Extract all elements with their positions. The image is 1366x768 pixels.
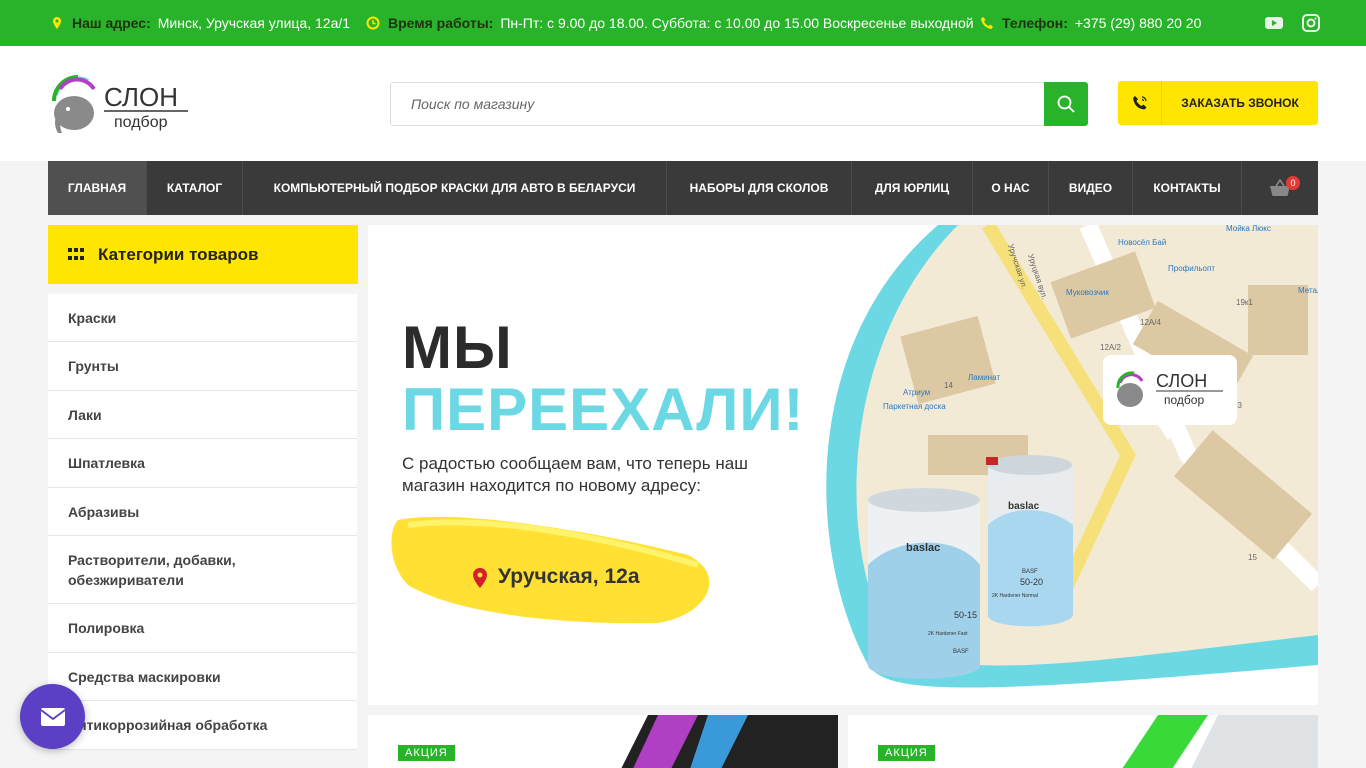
nav-item-home[interactable]: ГЛАВНАЯ — [48, 161, 147, 215]
svg-text:14: 14 — [944, 381, 953, 390]
svg-text:Ламинат: Ламинат — [968, 373, 1000, 382]
phone-icon — [980, 16, 994, 30]
category-item-paints[interactable]: Краски — [48, 294, 357, 342]
svg-text:BASF: BASF — [953, 649, 969, 655]
nav-item-business[interactable]: ДЛЯ ЮРЛИЦ — [852, 161, 973, 215]
svg-text:15: 15 — [1248, 553, 1257, 562]
nav-item-about[interactable]: О НАС — [973, 161, 1049, 215]
svg-text:подбор: подбор — [114, 114, 168, 131]
svg-text:Мойка Люкс: Мойка Люкс — [1226, 225, 1271, 233]
instagram-icon[interactable] — [1301, 13, 1321, 33]
callback-button[interactable]: ЗАКАЗАТЬ ЗВОНОК — [1118, 81, 1318, 125]
svg-text:50-15: 50-15 — [954, 610, 977, 620]
hours-label: Время работы: — [388, 15, 494, 31]
callback-label: ЗАКАЗАТЬ ЗВОНОК — [1181, 96, 1299, 110]
hours-info: Время работы: Пн-Пт: с 9.00 до 18.00. Су… — [366, 0, 974, 46]
banner-title-line2: ПЕРЕЕХАЛИ! — [402, 376, 805, 443]
address-value: Минск, Уручская улица, 12а/1 — [157, 15, 351, 31]
promo-card[interactable]: АКЦИЯ — [368, 715, 838, 768]
category-item-solvents[interactable]: Растворители, добавки, обезжириватели — [48, 536, 357, 604]
category-item-putty[interactable]: Шпатлевка — [48, 439, 357, 488]
search-box — [390, 82, 1088, 126]
categories-title: Категории товаров — [98, 244, 259, 264]
banner-logo-bottom: подбор — [1164, 393, 1204, 407]
svg-text:Новосёл Бай: Новосёл Бай — [1118, 238, 1166, 247]
phone-label: Телефон: — [1002, 15, 1068, 31]
top-info-bar: Наш адрес: Минск, Уручская улица, 12а/1 … — [0, 0, 1366, 46]
location-pin-icon — [471, 567, 489, 589]
svg-text:Атриум: Атриум — [903, 388, 930, 397]
message-fab-button[interactable] — [20, 684, 85, 749]
promo-tag: АКЦИЯ — [398, 745, 455, 761]
category-item-lacquers[interactable]: Лаки — [48, 391, 357, 439]
svg-text:12А/2: 12А/2 — [1100, 343, 1121, 352]
hours-value: Пн-Пт: с 9.00 до 18.00. Суббота: с 10.00… — [500, 15, 974, 31]
svg-text:Профильопт: Профильопт — [1168, 264, 1215, 273]
category-item-anticorrosion[interactable]: Антикоррозийная обработка — [48, 701, 357, 750]
promo-tag: АКЦИЯ — [878, 745, 935, 761]
search-button[interactable] — [1044, 82, 1088, 126]
nav-item-color-matching[interactable]: КОМПЬЮТЕРНЫЙ ПОДБОР КРАСКИ ДЛЯ АВТО В БЕ… — [243, 161, 667, 215]
site-logo[interactable]: СЛОН подбор — [48, 73, 198, 135]
clock-icon — [366, 16, 380, 30]
svg-text:baslac: baslac — [1008, 501, 1040, 512]
banner-subtitle: С радостью сообщаем вам, что теперь наш … — [402, 454, 748, 495]
category-item-primers[interactable]: Грунты — [48, 342, 357, 391]
svg-text:Метал: Метал — [1298, 286, 1318, 295]
promo-card[interactable]: АКЦИЯ — [848, 715, 1318, 768]
svg-text:2K Hardener Fast: 2K Hardener Fast — [928, 631, 968, 637]
category-item-abrasives[interactable]: Абразивы — [48, 488, 357, 536]
category-item-polishing[interactable]: Полировка — [48, 604, 357, 653]
search-icon — [1057, 95, 1075, 113]
nav-item-catalog[interactable]: КАТАЛОГ — [147, 161, 243, 215]
site-header: СЛОН подбор ЗАКАЗАТЬ ЗВОНОК — [0, 46, 1366, 161]
svg-text:СЛОН: СЛОН — [104, 82, 178, 112]
banner-logo-top: СЛОН — [1156, 371, 1207, 391]
cart-button[interactable]: 0 — [1242, 161, 1318, 215]
phone-info: Телефон: +375 (29) 880 20 20 — [980, 0, 1201, 46]
envelope-icon — [39, 707, 66, 726]
main-nav: ГЛАВНАЯ КАТАЛОГ КОМПЬЮТЕРНЫЙ ПОДБОР КРАС… — [48, 161, 1318, 215]
svg-text:Муковозчик: Муковозчик — [1066, 288, 1109, 297]
youtube-icon[interactable] — [1264, 13, 1284, 33]
search-input[interactable] — [391, 83, 1045, 125]
category-item-masking[interactable]: Средства маскировки — [48, 653, 357, 701]
phone-call-icon — [1118, 81, 1162, 125]
address-info: Наш адрес: Минск, Уручская улица, 12а/1 — [50, 0, 350, 46]
nav-item-contacts[interactable]: КОНТАКТЫ — [1133, 161, 1242, 215]
svg-text:12А/4: 12А/4 — [1140, 318, 1161, 327]
category-list: Краски Грунты Лаки Шпатлевка Абразивы Ра… — [48, 294, 357, 750]
cart-count-badge: 0 — [1286, 176, 1300, 190]
nav-item-chip-kits[interactable]: НАБОРЫ ДЛЯ СКОЛОВ — [667, 161, 852, 215]
banner-title-line1: МЫ — [402, 314, 513, 381]
map-pin-icon — [50, 16, 64, 30]
hero-banner[interactable]: Уручская ул. Уруцкая вул. Новосёл Бай Пр… — [368, 225, 1318, 705]
svg-text:19к1: 19к1 — [1236, 298, 1253, 307]
address-label: Наш адрес: — [72, 15, 151, 31]
svg-text:baslac: baslac — [906, 542, 940, 554]
product-can-1: baslac 50-15 2K Hardener Fast BASF — [868, 488, 980, 679]
banner-address: Уручская, 12а — [498, 565, 640, 588]
svg-text:Паркетная доска: Паркетная доска — [883, 402, 946, 411]
grid-icon — [68, 247, 84, 262]
svg-text:BASF: BASF — [1022, 569, 1038, 575]
phone-value[interactable]: +375 (29) 880 20 20 — [1075, 15, 1202, 31]
nav-item-video[interactable]: ВИДЕО — [1049, 161, 1133, 215]
svg-text:50-20: 50-20 — [1020, 577, 1043, 587]
svg-text:2K Hardener Normal: 2K Hardener Normal — [992, 593, 1038, 599]
categories-header[interactable]: Категории товаров — [48, 225, 358, 284]
product-can-2: baslac 50-20 2K Hardener Normal BASF — [986, 455, 1073, 627]
